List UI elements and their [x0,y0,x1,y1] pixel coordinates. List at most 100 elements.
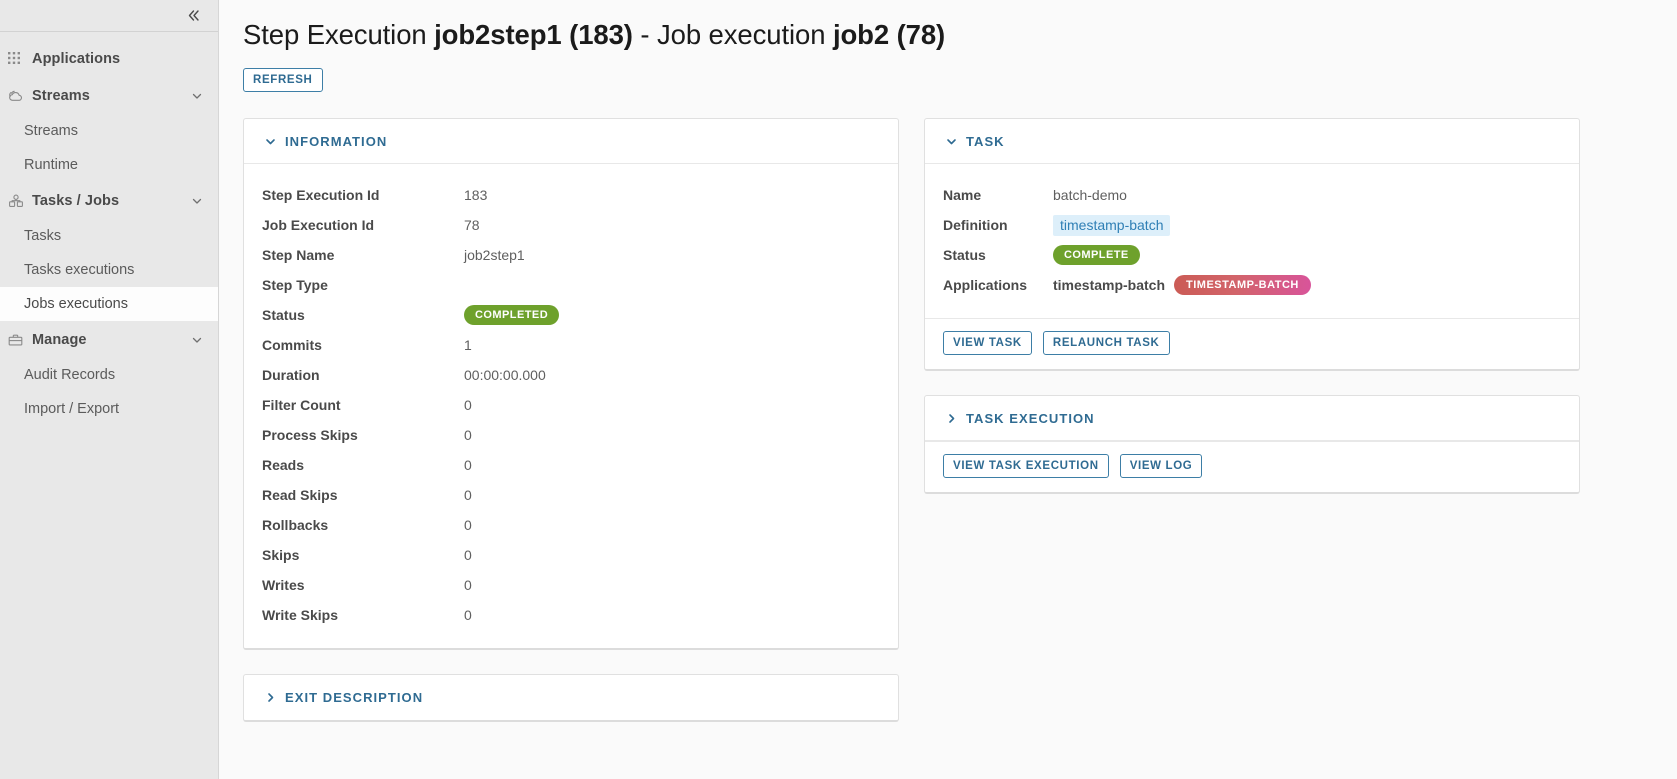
task-name-value: batch-demo [1053,187,1127,204]
info-value: 0 [464,517,472,534]
info-row-skips: Skips 0 [262,540,880,570]
chevron-right-icon [943,410,959,426]
task-execution-card-header[interactable]: Task Execution [925,396,1579,442]
info-row-job-execution-id: Job Execution Id 78 [262,210,880,240]
info-value: 0 [464,427,472,444]
sidebar-group-label: Streams [32,87,90,104]
status-badge: COMPLETED [464,305,560,326]
task-status-badge: COMPLETE [1053,245,1140,266]
page-title: Step Execution job2step1 (183) - Job exe… [243,18,1655,52]
task-name-label: Name [943,187,982,204]
task-applications-label: Applications [943,277,1028,294]
info-value: 0 [464,547,472,564]
chevron-down-icon[interactable] [190,194,204,208]
sidebar-item-streams-group[interactable]: Streams [0,77,218,114]
information-card: Information Step Execution Id 183 Job Ex… [243,118,899,651]
task-row-definition: Definition timestamp-batch [943,210,1561,240]
right-column: Task Name batch-demo Definition [924,118,1580,518]
sidebar-item-label: Jobs executions [24,296,128,312]
sidebar-item-applications[interactable]: Applications [0,40,218,77]
sidebar-item-tasks-jobs-group[interactable]: Tasks / Jobs [0,182,218,219]
briefcase-icon [8,331,30,349]
info-row-duration: Duration 00:00:00.000 [262,360,880,390]
task-execution-card-footer: View Task Execution View Log [925,441,1579,492]
info-row-rollbacks: Rollbacks 0 [262,510,880,540]
task-definition-link[interactable]: timestamp-batch [1053,214,1171,236]
info-value: 78 [464,217,480,234]
sidebar-item-runtime[interactable]: Runtime [0,148,218,182]
sidebar-item-streams[interactable]: Streams [0,114,218,148]
info-value: 0 [464,397,472,414]
exit-description-card-header[interactable]: Exit Description [244,675,898,720]
info-row-commits: Commits 1 [262,330,880,360]
toolbar: Refresh [243,68,1655,93]
task-row-applications: Applications timestamp-batch timestamp-b… [943,270,1561,300]
sidebar-group-label: Applications [32,50,121,67]
sidebar-item-tasks[interactable]: Tasks [0,219,218,253]
left-column: Information Step Execution Id 183 Job Ex… [243,118,899,746]
sidebar-group-label: Manage [32,331,87,348]
task-list: Name batch-demo Definition timestamp-bat… [943,180,1561,300]
info-row-step-name: Step Name job2step1 [262,240,880,270]
info-row-step-execution-id: Step Execution Id 183 [262,180,880,210]
task-card-title: Task [966,133,1005,149]
info-row-reads: Reads 0 [262,450,880,480]
task-card-body: Name batch-demo Definition timestamp-bat… [925,164,1579,318]
sidebar-item-tasks-executions[interactable]: Tasks executions [0,253,218,287]
grid-dots-icon [8,50,30,68]
exit-description-card: Exit Description [243,674,899,723]
sidebar-item-import-export[interactable]: Import / Export [0,392,218,426]
info-row-read-skips: Read Skips 0 [262,480,880,510]
sidebar-group-label: Tasks / Jobs [32,192,120,209]
chevron-down-icon[interactable] [190,333,204,347]
page-title-job: job2 (78) [832,19,946,50]
info-row-writes: Writes 0 [262,570,880,600]
task-status-value-wrap: COMPLETE [1053,244,1140,266]
page-title-middle: - Job execution [632,19,833,50]
refresh-button[interactable]: Refresh [243,68,323,93]
relaunch-task-button[interactable]: Relaunch Task [1042,331,1170,356]
view-task-execution-button[interactable]: View Task Execution [943,454,1109,479]
info-label: Commits [262,337,322,354]
info-row-process-skips: Process Skips 0 [262,420,880,450]
task-execution-card: Task Execution View Task Execution View … [924,395,1580,495]
info-label: Rollbacks [262,517,329,534]
sidebar-item-label: Audit Records [24,367,116,383]
task-applications-name: timestamp-batch [1053,277,1166,294]
sidebar-item-jobs-executions[interactable]: Jobs executions [0,287,218,321]
chevron-down-icon[interactable] [190,89,204,103]
information-card-title: Information [285,133,388,149]
view-log-button[interactable]: View Log [1119,454,1203,479]
chevron-right-icon [262,690,278,706]
sidebar-item-label: Runtime [24,157,78,173]
chevron-double-left-icon[interactable] [182,5,204,27]
info-row-status: Status COMPLETED [262,300,880,330]
info-label: Write Skips [262,607,338,624]
info-value: 0 [464,577,472,594]
task-execution-card-title: Task Execution [966,410,1095,426]
sidebar-item-label: Tasks executions [24,262,135,278]
task-card-header[interactable]: Task [925,119,1579,165]
info-label: Filter Count [262,397,341,414]
info-label: Read Skips [262,487,338,504]
view-task-button[interactable]: View Task [943,331,1032,356]
info-value: 1 [464,337,472,354]
information-card-header[interactable]: Information [244,119,898,165]
sidebar-item-audit-records[interactable]: Audit Records [0,358,218,392]
info-label: Job Execution Id [262,217,375,234]
page-title-prefix: Step Execution [243,19,435,50]
task-definition-value-wrap: timestamp-batch [1053,214,1171,236]
task-row-name: Name batch-demo [943,180,1561,210]
tasks-jobs-icon [8,192,30,210]
page-title-step: job2step1 (183) [434,19,633,50]
information-card-body: Step Execution Id 183 Job Execution Id 7… [244,164,898,648]
cloud-stream-icon [8,87,30,105]
info-label: Step Type [262,277,328,294]
info-value: 0 [464,457,472,474]
app-root: Applications Streams Streams Runtime Tas… [0,0,1677,779]
sidebar-header [0,0,218,32]
sidebar-item-manage-group[interactable]: Manage [0,321,218,358]
sidebar-nav: Applications Streams Streams Runtime Tas… [0,32,218,426]
exit-description-card-title: Exit Description [285,690,424,706]
info-row-step-type: Step Type [262,270,880,300]
